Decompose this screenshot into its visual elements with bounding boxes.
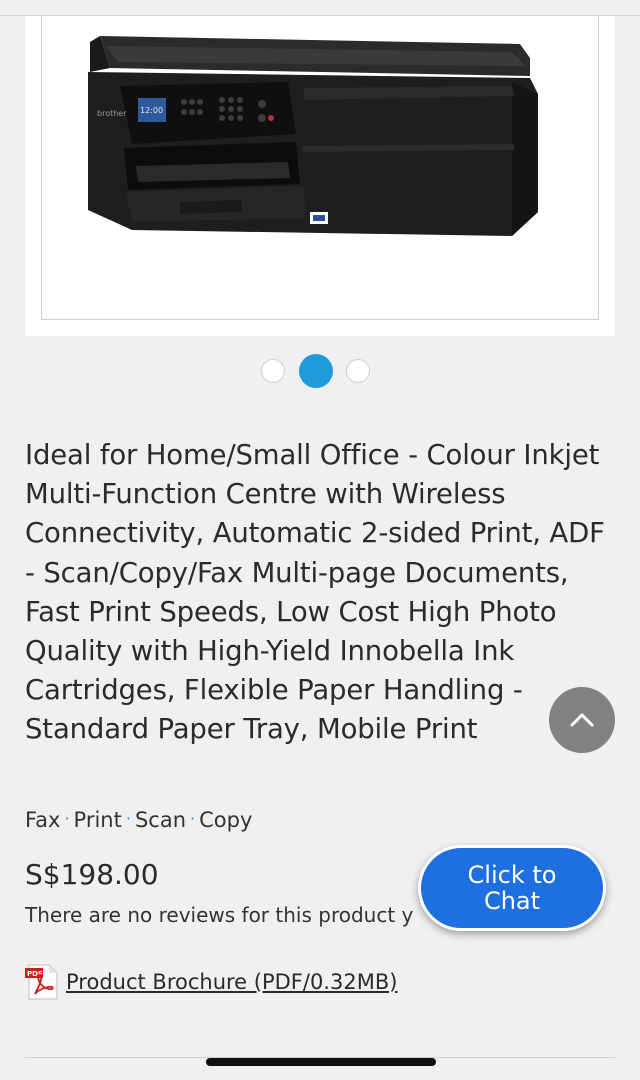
product-price: S$198.00 bbox=[25, 858, 159, 891]
tag-separator: · bbox=[64, 809, 70, 828]
scroll-to-top-button[interactable] bbox=[549, 687, 615, 753]
chat-button-line2: Chat bbox=[483, 887, 541, 915]
tag-scan: Scan bbox=[134, 808, 187, 832]
product-image-card: 12:00 brother bbox=[25, 16, 615, 336]
chat-button-line1: Click to bbox=[467, 861, 557, 889]
tag-copy: Copy bbox=[199, 808, 253, 832]
product-image-frame[interactable]: 12:00 brother bbox=[41, 16, 599, 320]
tag-print: Print bbox=[73, 808, 122, 832]
tag-separator: · bbox=[125, 809, 131, 828]
product-feature-tags: Fax · Print · Scan · Copy bbox=[25, 808, 252, 832]
carousel-dot-3[interactable] bbox=[346, 359, 370, 383]
home-indicator[interactable] bbox=[206, 1058, 436, 1066]
carousel-dots bbox=[0, 354, 640, 388]
printer-screen-time: 12:00 bbox=[140, 106, 163, 115]
printer-image: 12:00 brother bbox=[88, 36, 538, 236]
carousel-dot-1[interactable] bbox=[261, 359, 285, 383]
click-to-chat-button[interactable]: Click to Chat bbox=[418, 845, 606, 931]
chevron-up-icon bbox=[570, 713, 594, 727]
product-brochure[interactable]: PDF Product Brochure (PDF/0.32MB) bbox=[25, 962, 397, 1002]
brochure-link[interactable]: Product Brochure (PDF/0.32MB) bbox=[66, 970, 397, 994]
tag-fax: Fax bbox=[25, 808, 61, 832]
top-edge bbox=[0, 0, 640, 16]
reviews-status: There are no reviews for this product y bbox=[25, 903, 414, 927]
printer-brand-label: brother bbox=[97, 109, 127, 118]
tag-separator: · bbox=[190, 809, 196, 828]
carousel-dot-2-active[interactable] bbox=[299, 354, 333, 388]
pdf-icon: PDF bbox=[25, 964, 58, 1000]
product-title: Ideal for Home/Small Office - Colour Ink… bbox=[25, 439, 605, 746]
